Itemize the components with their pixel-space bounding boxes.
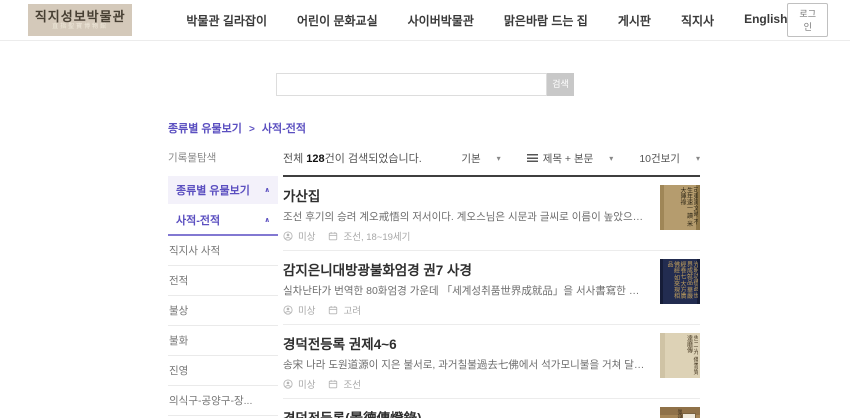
results-summary: 전체 128건이 검색되었습니다. xyxy=(283,150,422,166)
sidebar-group-label: 종류별 유물보기 xyxy=(176,182,250,198)
result-item-text: 감지은니대방광불화엄경 권7 사경 실차난타가 번역한 80화엄경 가운데 「세… xyxy=(283,259,648,317)
sidebar-item-bulsang[interactable]: 불상 xyxy=(168,295,278,325)
result-item-date: 고려 xyxy=(343,303,360,317)
main: 기록물탐색 종류별 유물보기 ∧ 사적-전적 ∧ 직지사 사적 전적 불상 불화… xyxy=(0,136,850,418)
per-page-dropdown[interactable]: 10건보기 ▾ xyxy=(639,151,700,166)
sidebar: 기록물탐색 종류별 유물보기 ∧ 사적-전적 ∧ 직지사 사적 전적 불상 불화… xyxy=(168,150,278,418)
scope-dropdown[interactable]: 제목 + 본문 ▾ xyxy=(527,151,614,166)
chevron-up-icon: ∧ xyxy=(264,186,270,194)
author-icon xyxy=(283,305,293,315)
results-content: 전체 128건이 검색되었습니다. 기본 ▾ 제목 + 본문 ▾ 10건보기 ▾ xyxy=(283,150,700,418)
sidebar-item-jikjisa-sajeok[interactable]: 직지사 사적 xyxy=(168,236,278,265)
sort-dropdown[interactable]: 기본 ▾ xyxy=(461,151,500,166)
breadcrumb-separator: > xyxy=(249,124,255,135)
sidebar-title: 기록물탐색 xyxy=(168,150,278,165)
results-total-prefix: 전체 xyxy=(283,153,306,165)
sidebar-active-label: 사적-전적 xyxy=(176,212,220,228)
result-item: 가산집 조선 후기의 승려 계오戒悟의 저서이다. 계오스님은 시문과 글씨로 … xyxy=(283,177,700,251)
result-item-title[interactable]: 경덕전등록 권제4~6 xyxy=(283,333,648,353)
nav-item-jikjisa[interactable]: 직지사 xyxy=(681,12,714,29)
calendar-icon xyxy=(328,231,338,241)
item-thumbnail[interactable] xyxy=(660,185,700,230)
result-item: 경덕전등록 권제4~6 송宋 나라 도원道源이 지은 불서로, 과거칠불過去七佛… xyxy=(283,325,700,399)
search-button[interactable]: 검색 xyxy=(547,73,574,96)
result-item-date: 조선, 18~19세기 xyxy=(343,229,410,243)
scope-dropdown-label: 제목 + 본문 xyxy=(543,151,594,166)
result-item-text: 가산집 조선 후기의 승려 계오戒悟의 저서이다. 계오스님은 시문과 글씨로 … xyxy=(283,185,648,243)
nav-item-board[interactable]: 게시판 xyxy=(618,12,651,29)
sidebar-item-sajeok-jeonjeok-active[interactable]: 사적-전적 ∧ xyxy=(168,204,278,236)
result-item-text: 경덕전등록(景德傳燈錄) 『경덕전등록景德傳燈錄』은 송대宋代에 도원道原이 경… xyxy=(283,407,648,418)
item-thumbnail[interactable] xyxy=(660,259,700,304)
site-logo[interactable]: 직지성보박물관 直指聖寶博物館 xyxy=(28,4,132,36)
caret-down-icon: ▾ xyxy=(497,154,501,163)
nav-item-english[interactable]: English xyxy=(744,12,787,29)
results-total-count: 128 xyxy=(306,153,324,165)
result-item-description: 실차난타가 번역한 80화엄경 가운데 「세계성취품世界成就品」을 서사書寫한 … xyxy=(283,283,648,298)
per-page-dropdown-label: 10건보기 xyxy=(639,151,680,166)
site-logo-subtitle: 直指聖寶博物館 xyxy=(52,24,108,31)
nav-item-museum-guide[interactable]: 박물관 길라잡이 xyxy=(186,12,267,29)
chevron-up-icon: ∧ xyxy=(264,216,270,224)
result-item-meta: 미상 조선, 18~19세기 xyxy=(283,229,648,243)
nav-item-fresh-breeze-house[interactable]: 맑은바람 드는 집 xyxy=(504,12,588,29)
result-item: 경덕전등록(景德傳燈錄) 『경덕전등록景德傳燈錄』은 송대宋代에 도원道原이 경… xyxy=(283,399,700,418)
result-item-meta: 미상 조선 xyxy=(283,377,648,391)
sidebar-group-by-type[interactable]: 종류별 유물보기 ∧ xyxy=(168,176,278,204)
results-total-suffix: 건이 검색되었습니다. xyxy=(325,153,422,165)
main-nav: 박물관 길라잡이 어린이 문화교실 사이버박물관 맑은바람 드는 집 게시판 직… xyxy=(186,12,787,29)
item-thumbnail[interactable] xyxy=(660,407,700,418)
header: 직지성보박물관 直指聖寶博物館 박물관 길라잡이 어린이 문화교실 사이버박물관… xyxy=(0,0,850,41)
breadcrumb-current: 사적-전적 xyxy=(262,123,306,135)
result-item-date: 조선 xyxy=(343,377,360,391)
caret-down-icon: ▾ xyxy=(696,154,700,163)
author-icon xyxy=(283,379,293,389)
result-item-author: 미상 xyxy=(298,377,315,391)
login-button[interactable]: 로그인 xyxy=(787,3,828,37)
result-item: 감지은니대방광불화엄경 권7 사경 실차난타가 번역한 80화엄경 가운데 「세… xyxy=(283,251,700,325)
breadcrumb-parent[interactable]: 종류별 유물보기 xyxy=(168,123,242,135)
item-thumbnail[interactable] xyxy=(660,333,700,378)
result-item-description: 송宋 나라 도원道源이 지은 불서로, 과거칠불過去七佛에서 석가모니불을 거쳐… xyxy=(283,357,648,372)
sidebar-item-jinyeong[interactable]: 진영 xyxy=(168,355,278,385)
result-item-meta: 미상 고려 xyxy=(283,303,648,317)
nav-item-children-class[interactable]: 어린이 문화교실 xyxy=(297,12,378,29)
sort-dropdown-label: 기본 xyxy=(461,151,480,166)
result-item-title[interactable]: 가산집 xyxy=(283,185,648,205)
calendar-icon xyxy=(328,379,338,389)
result-item-author: 미상 xyxy=(298,229,315,243)
sidebar-item-jeonjeok[interactable]: 전적 xyxy=(168,265,278,295)
search-section: 검색 xyxy=(0,41,850,107)
sidebar-item-ritual-objects[interactable]: 의식구-공양구-장... xyxy=(168,385,278,415)
author-icon xyxy=(283,231,293,241)
breadcrumb: 종류별 유물보기 > 사적-전적 xyxy=(168,120,850,136)
search-input[interactable] xyxy=(276,73,547,96)
sidebar-item-bulhwa[interactable]: 불화 xyxy=(168,325,278,355)
caret-down-icon: ▾ xyxy=(609,154,613,163)
result-item-title[interactable]: 감지은니대방광불화엄경 권7 사경 xyxy=(283,259,648,279)
list-icon xyxy=(527,154,538,162)
results-controls: 기본 ▾ 제목 + 본문 ▾ 10건보기 ▾ xyxy=(461,151,700,166)
result-item-description: 조선 후기의 승려 계오戒悟의 저서이다. 계오스님은 시문과 글씨로 이름이 … xyxy=(283,209,648,224)
result-item-text: 경덕전등록 권제4~6 송宋 나라 도원道源이 지은 불서로, 과거칠불過去七佛… xyxy=(283,333,648,391)
result-item-title[interactable]: 경덕전등록(景德傳燈錄) xyxy=(283,407,648,418)
calendar-icon xyxy=(328,305,338,315)
result-item-author: 미상 xyxy=(298,303,315,317)
site-logo-title: 직지성보박물관 xyxy=(35,10,126,24)
results-bar: 전체 128건이 검색되었습니다. 기본 ▾ 제목 + 본문 ▾ 10건보기 ▾ xyxy=(283,150,700,177)
nav-item-cyber-museum[interactable]: 사이버박물관 xyxy=(408,12,474,29)
